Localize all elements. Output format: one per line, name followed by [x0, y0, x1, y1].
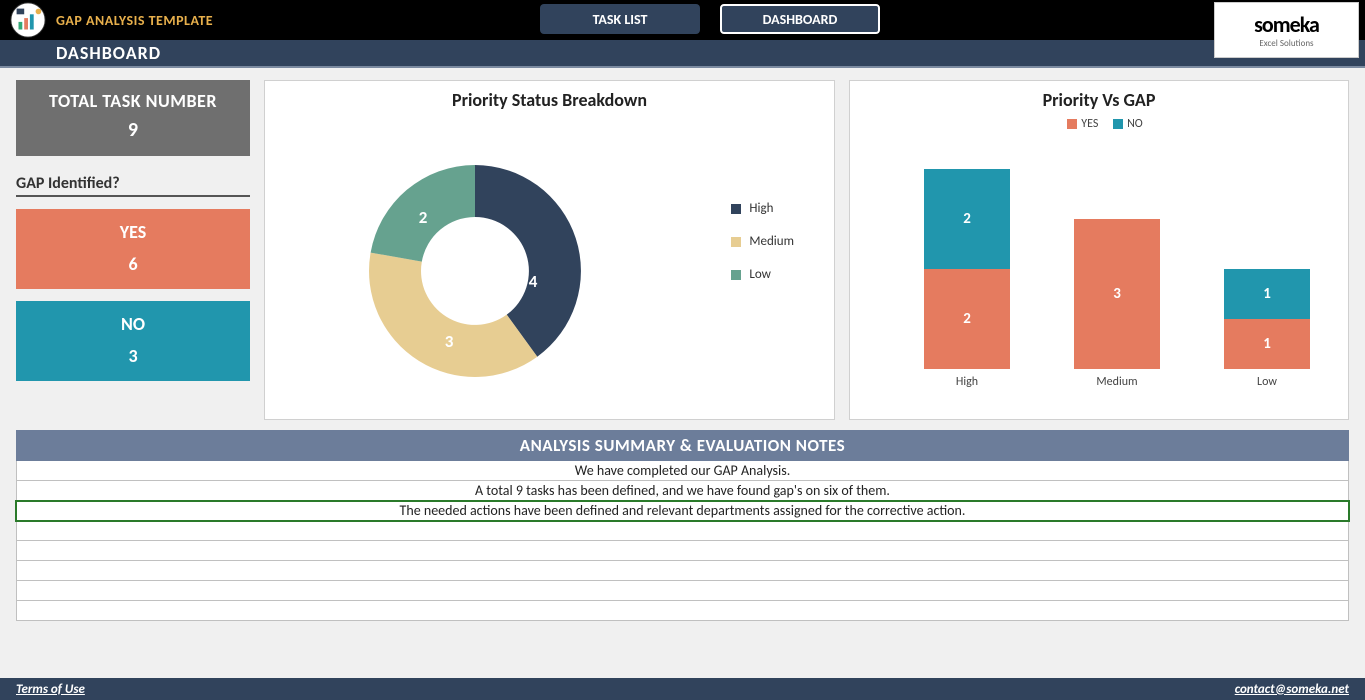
page-title: DASHBOARD: [56, 42, 161, 64]
no-value: 3: [22, 345, 244, 367]
template-title: GAP ANALYSIS TEMPLATE: [56, 12, 213, 29]
no-label: NO: [22, 313, 244, 335]
app-logo-icon: [8, 0, 48, 40]
summary-row[interactable]: A total 9 tasks has been defined, and we…: [16, 481, 1349, 501]
brand-subtitle: Excel Solutions: [1259, 38, 1313, 49]
tab-dashboard[interactable]: DASHBOARD: [720, 4, 880, 34]
bar-chart-area: 2 2 High 3 Medium 1 1 Low: [882, 141, 1316, 391]
summary-row[interactable]: [16, 581, 1349, 601]
summary-table: We have completed our GAP Analysis. A to…: [16, 461, 1349, 621]
total-label: TOTAL TASK NUMBER: [22, 90, 244, 112]
donut-value-medium: 3: [445, 331, 454, 352]
chart2-legend: YES NO: [862, 117, 1336, 131]
chart-priority-breakdown: Priority Status Breakdown 4 3 2 High Med…: [264, 80, 835, 420]
summary-row[interactable]: [16, 541, 1349, 561]
tab-task-list[interactable]: TASK LIST: [540, 4, 700, 34]
card-gap-yes: YES 6: [16, 209, 250, 289]
chart2-title: Priority Vs GAP: [862, 89, 1336, 111]
chart1-title: Priority Status Breakdown: [277, 89, 822, 111]
summary-row[interactable]: We have completed our GAP Analysis.: [16, 461, 1349, 481]
card-total-tasks: TOTAL TASK NUMBER 9: [16, 80, 250, 156]
yes-value: 6: [22, 253, 244, 275]
sub-header: DASHBOARD: [0, 40, 1365, 68]
bar-group-low: 1 1 Low: [1222, 269, 1312, 369]
bar-medium-yes: 3: [1074, 219, 1160, 369]
bar-cat-high: High: [922, 375, 1012, 389]
total-value: 9: [22, 118, 244, 142]
bar-group-high: 2 2 High: [922, 169, 1012, 369]
card-gap-no: NO 3: [16, 301, 250, 381]
legend-high: High: [731, 201, 794, 216]
brand-name: someka: [1254, 11, 1319, 38]
legend-yes: YES: [1081, 117, 1098, 131]
donut-value-high: 4: [529, 271, 538, 292]
summary-row[interactable]: [16, 521, 1349, 541]
legend-medium: Medium: [731, 234, 794, 249]
brand-logo[interactable]: someka Excel Solutions: [1214, 2, 1359, 58]
bar-high-yes: 2: [924, 269, 1010, 369]
summary-row[interactable]: [16, 561, 1349, 581]
donut-value-low: 2: [419, 207, 428, 228]
yes-label: YES: [22, 221, 244, 243]
main-body: TOTAL TASK NUMBER 9 GAP Identified? YES …: [0, 68, 1365, 420]
chart1-legend: High Medium Low: [731, 201, 794, 282]
gap-identified-label: GAP Identified?: [16, 174, 250, 197]
summary-header: ANALYSIS SUMMARY & EVALUATION NOTES: [16, 430, 1349, 461]
bar-cat-low: Low: [1222, 375, 1312, 389]
footer-bar: Terms of Use contact@someka.net: [0, 678, 1365, 700]
terms-link[interactable]: Terms of Use: [16, 682, 85, 697]
legend-low: Low: [731, 267, 794, 282]
bar-group-medium: 3 Medium: [1072, 219, 1162, 369]
nav-tabs: TASK LIST DASHBOARD: [540, 4, 940, 34]
bar-low-no: 1: [1224, 269, 1310, 319]
bar-cat-medium: Medium: [1072, 375, 1162, 389]
chart-priority-vs-gap: Priority Vs GAP YES NO 2 2 High 3 Medium: [849, 80, 1349, 420]
contact-email[interactable]: contact@someka.net: [1235, 682, 1349, 697]
summary-row-selected[interactable]: The needed actions have been defined and…: [16, 501, 1349, 521]
summary-row[interactable]: [16, 601, 1349, 621]
legend-no: NO: [1127, 117, 1143, 131]
donut-chart: 4 3 2: [355, 151, 595, 396]
bar-low-yes: 1: [1224, 319, 1310, 369]
left-column: TOTAL TASK NUMBER 9 GAP Identified? YES …: [16, 80, 250, 420]
bar-high-no: 2: [924, 169, 1010, 269]
